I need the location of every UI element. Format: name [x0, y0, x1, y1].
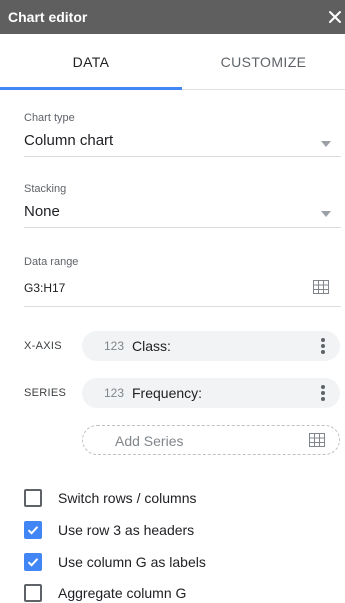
chevron-down-icon[interactable]: [321, 211, 331, 217]
data-range-underline: [24, 306, 341, 307]
grid-select-range-icon[interactable]: [309, 433, 325, 447]
title-bar: Chart editor: [0, 0, 345, 34]
aggregate-column-option[interactable]: Aggregate column G: [24, 584, 186, 602]
option-label: Aggregate column G: [58, 585, 187, 601]
x-axis-column-name: Class:: [132, 338, 171, 354]
tab-customize[interactable]: CUSTOMIZE: [182, 34, 345, 90]
number-type-icon: 123: [104, 386, 125, 400]
series-chip[interactable]: 123 Frequency:: [82, 378, 340, 408]
stacking-underline: [24, 227, 341, 228]
option-label: Use row 3 as headers: [58, 522, 195, 538]
checkbox-unchecked[interactable]: [24, 489, 42, 507]
checkbox-checked[interactable]: [24, 553, 42, 571]
add-series-button[interactable]: Add Series: [82, 425, 340, 455]
stacking-select[interactable]: None: [24, 203, 60, 220]
stacking-label: Stacking: [24, 183, 67, 195]
chart-type-label: Chart type: [24, 112, 75, 124]
series-label: SERIES: [24, 387, 67, 399]
data-range-label: Data range: [24, 256, 79, 268]
chart-type-underline: [24, 156, 341, 157]
more-vert-icon[interactable]: [320, 337, 326, 355]
checkbox-unchecked[interactable]: [24, 584, 42, 602]
grid-select-range-icon[interactable]: [313, 280, 329, 294]
x-axis-chip[interactable]: 123 Class:: [82, 331, 340, 361]
use-column-labels-option[interactable]: Use column G as labels: [24, 553, 206, 571]
tab-data[interactable]: DATA: [0, 34, 182, 90]
editor-title: Chart editor: [8, 9, 88, 25]
close-icon[interactable]: [325, 4, 345, 30]
use-row-headers-option[interactable]: Use row 3 as headers: [24, 521, 194, 539]
tab-bar: DATA CUSTOMIZE: [0, 34, 345, 90]
series-column-name: Frequency:: [132, 385, 203, 401]
add-series-label: Add Series: [115, 433, 184, 449]
data-range-input[interactable]: G3:H17: [24, 281, 65, 295]
more-vert-icon[interactable]: [320, 384, 326, 402]
chevron-down-icon[interactable]: [321, 141, 331, 147]
chart-type-select[interactable]: Column chart: [24, 132, 113, 149]
option-label: Switch rows / columns: [58, 490, 197, 506]
x-axis-label: X-AXIS: [24, 340, 62, 352]
checkbox-checked[interactable]: [24, 521, 42, 539]
number-type-icon: 123: [104, 339, 125, 353]
active-tab-indicator: [0, 87, 182, 90]
option-label: Use column G as labels: [58, 554, 206, 570]
switch-rows-columns-option[interactable]: Switch rows / columns: [24, 489, 196, 507]
checkmark-icon: [27, 558, 39, 567]
checkmark-icon: [27, 526, 39, 535]
